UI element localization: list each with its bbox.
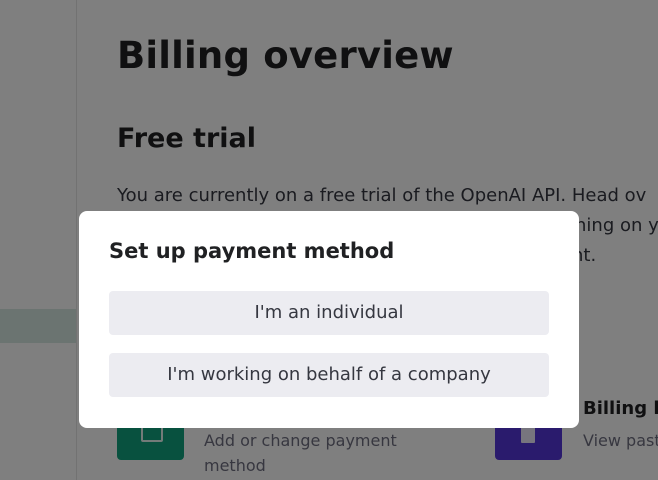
payment-method-dialog: Set up payment method I'm an individual … — [79, 211, 579, 428]
dialog-title: Set up payment method — [109, 239, 395, 263]
company-button[interactable]: I'm working on behalf of a company — [109, 353, 549, 397]
individual-button[interactable]: I'm an individual — [109, 291, 549, 335]
